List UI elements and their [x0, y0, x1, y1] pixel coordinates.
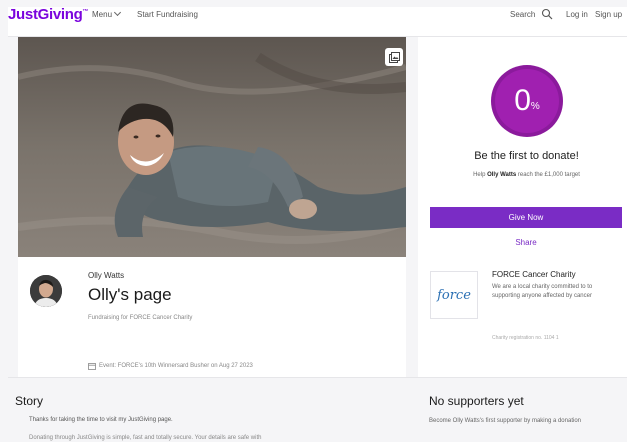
page-owner-name[interactable]: Olly Watts: [88, 271, 124, 280]
charity-logo[interactable]: force: [430, 271, 478, 319]
login-link[interactable]: Log in: [566, 10, 588, 19]
share-link[interactable]: Share: [430, 238, 622, 247]
page-title: Olly's page: [88, 285, 172, 304]
calendar-icon: [88, 363, 96, 370]
hero-photo: [18, 37, 406, 257]
target-text: Help Olly Watts reach the £1,000 target: [473, 172, 580, 178]
story-text: Thanks for taking the time to visit my J…: [29, 417, 173, 423]
story-text-2: Donating through JustGiving is simple, f…: [29, 435, 262, 441]
fundraising-for-text: Fundraising for FORCE Cancer Charity: [88, 315, 193, 321]
story-heading: Story: [15, 394, 44, 408]
progress-percent-sign: %: [530, 100, 540, 112]
progress-percent: 0: [514, 84, 531, 117]
progress-ring: 0 %: [491, 65, 563, 137]
first-donate-heading: Be the first to donate!: [474, 150, 579, 162]
section-divider: [8, 377, 627, 378]
charity-registration: Charity registration no. 1104 1: [492, 335, 559, 341]
progress-ring-inner: 0 %: [495, 69, 559, 133]
avatar-photo: [30, 275, 62, 307]
event-info[interactable]: Event: FORCE's 10th Winnersard Busher on…: [99, 363, 253, 369]
avatar[interactable]: [30, 275, 62, 307]
charity-description: We are a local charity committed to to s…: [492, 284, 593, 299]
give-now-button[interactable]: Give Now: [430, 207, 622, 228]
gallery-button[interactable]: [385, 48, 403, 66]
charity-name[interactable]: FORCE Cancer Charity: [492, 270, 576, 279]
menu-dropdown[interactable]: Menu: [92, 8, 122, 19]
search-icon[interactable]: [541, 8, 553, 20]
supporters-heading: No supporters yet: [429, 394, 524, 408]
supporters-text: Become Olly Watts's first supporter by m…: [429, 418, 581, 424]
image-gallery-icon: [388, 51, 400, 63]
chevron-down-icon: [113, 8, 122, 17]
signup-link[interactable]: Sign up: [595, 10, 622, 19]
mud-runner-photo: [18, 37, 406, 257]
page-info-card: [18, 257, 406, 377]
start-fundraising-link[interactable]: Start Fundraising: [137, 10, 198, 19]
search-link[interactable]: Search: [510, 10, 535, 19]
justgiving-logo[interactable]: JustGiving™: [8, 6, 89, 23]
